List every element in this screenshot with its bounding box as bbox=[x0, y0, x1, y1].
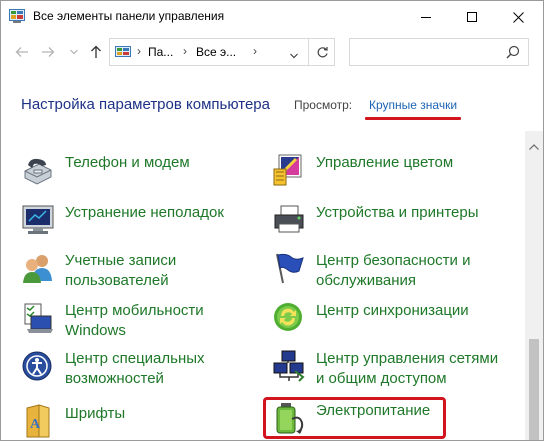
refresh-button[interactable] bbox=[308, 39, 335, 65]
color-management-icon bbox=[272, 153, 306, 187]
minimize-button[interactable] bbox=[403, 1, 449, 33]
item-user-accounts[interactable]: Учетные записи пользователей bbox=[21, 251, 251, 299]
scrollbar-thumb[interactable] bbox=[529, 339, 539, 440]
item-sync-center[interactable]: Центр синхронизации bbox=[272, 301, 522, 349]
close-button[interactable] bbox=[495, 1, 541, 33]
breadcrumb-item[interactable]: Па... bbox=[148, 45, 173, 59]
item-label: Устранение неполадок bbox=[65, 204, 224, 221]
scroll-up-chevron-icon[interactable] bbox=[529, 137, 539, 155]
item-label: Шрифты bbox=[65, 405, 126, 422]
breadcrumb-separator-icon[interactable]: › bbox=[253, 44, 257, 58]
breadcrumb-item[interactable]: Все э... bbox=[196, 45, 236, 59]
item-accessibility-center[interactable]: Центр специальных возможностей bbox=[21, 349, 251, 397]
search-icon[interactable] bbox=[506, 45, 520, 64]
forward-arrow-icon[interactable] bbox=[37, 41, 59, 63]
fonts-folder-icon: A bbox=[21, 404, 55, 438]
sync-center-icon bbox=[272, 301, 306, 335]
item-fonts[interactable]: A Шрифты bbox=[21, 404, 251, 440]
window-title: Все элементы панели управления bbox=[33, 9, 225, 23]
up-arrow-icon[interactable] bbox=[85, 41, 107, 63]
item-label: Управление цветом bbox=[316, 154, 454, 171]
back-arrow-icon[interactable] bbox=[11, 41, 33, 63]
annotation-underline bbox=[365, 117, 461, 120]
vertical-scrollbar[interactable] bbox=[525, 131, 543, 440]
recent-locations-chevron-icon[interactable] bbox=[63, 41, 85, 63]
view-by-label: Просмотр: bbox=[294, 98, 353, 112]
page-title: Настройка параметров компьютера bbox=[21, 96, 270, 113]
maximize-button[interactable] bbox=[449, 1, 495, 33]
security-flag-icon bbox=[272, 251, 306, 285]
item-label: Центр безопасности и обслуживания bbox=[316, 252, 471, 289]
annotation-highlight-box bbox=[263, 397, 446, 439]
address-dropdown-chevron-icon[interactable] bbox=[290, 46, 298, 64]
item-mobility-center[interactable]: Центр мобильности Windows bbox=[21, 301, 251, 349]
search-input[interactable] bbox=[349, 38, 529, 66]
accessibility-icon bbox=[21, 349, 55, 383]
user-accounts-icon bbox=[21, 251, 55, 285]
network-center-icon bbox=[272, 349, 306, 383]
item-color-management[interactable]: Управление цветом bbox=[272, 153, 522, 201]
title-bar: Все элементы панели управления bbox=[1, 1, 543, 33]
refresh-icon bbox=[317, 46, 328, 57]
item-label: Телефон и модем bbox=[65, 154, 190, 171]
item-label: Центр специальных возможностей bbox=[65, 350, 205, 387]
control-panel-window: Все элементы панели управления › Па... ›… bbox=[0, 0, 544, 441]
mobility-center-icon bbox=[21, 301, 55, 335]
item-security-maintenance[interactable]: Центр безопасности и обслуживания bbox=[272, 251, 522, 299]
item-label: Центр управления сетями и общим доступом bbox=[316, 350, 499, 387]
item-devices-printers[interactable]: Устройства и принтеры bbox=[272, 203, 522, 251]
item-label: Центр мобильности Windows bbox=[65, 302, 204, 339]
item-label: Центр синхронизации bbox=[316, 302, 469, 319]
troubleshooting-icon bbox=[21, 203, 55, 237]
item-label: Учетные записи пользователей bbox=[65, 252, 177, 289]
item-label: Устройства и принтеры bbox=[316, 204, 479, 221]
breadcrumb-separator-icon[interactable]: › bbox=[137, 44, 141, 58]
view-by-dropdown[interactable]: Крупные значки bbox=[369, 98, 457, 112]
item-network-center[interactable]: Центр управления сетями и общим доступом bbox=[272, 349, 522, 397]
item-troubleshooting[interactable]: Устранение неполадок bbox=[21, 203, 251, 251]
svg-text:A: A bbox=[30, 417, 41, 432]
devices-printers-icon bbox=[272, 203, 306, 237]
phone-modem-icon bbox=[21, 153, 55, 187]
breadcrumb-separator-icon[interactable]: › bbox=[183, 44, 187, 58]
address-bar[interactable]: › Па... › Все э... › bbox=[109, 38, 335, 66]
control-panel-app-icon bbox=[9, 9, 25, 23]
navigation-bar: › Па... › Все э... › bbox=[1, 35, 543, 71]
item-phone-modem[interactable]: Телефон и модем bbox=[21, 153, 251, 201]
control-panel-small-icon bbox=[115, 46, 131, 59]
